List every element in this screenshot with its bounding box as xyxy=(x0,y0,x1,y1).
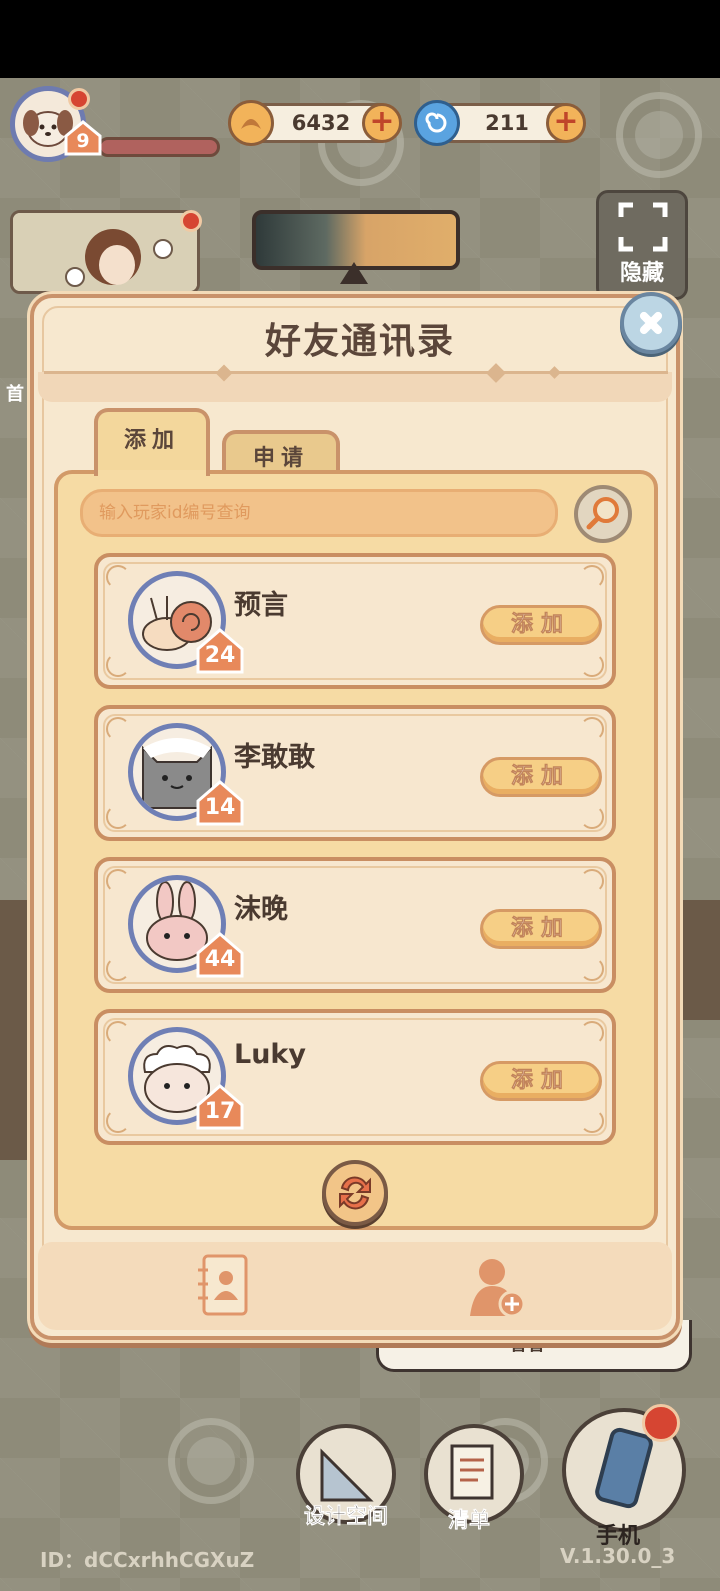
search-button[interactable] xyxy=(574,485,632,543)
add-friend-button[interactable]: 添加 xyxy=(480,909,602,949)
title-divider xyxy=(44,371,668,374)
corner-ornament xyxy=(580,565,604,589)
add-friend-button[interactable]: 添加 xyxy=(480,605,602,645)
friend-card: 44 沫晚 添加 xyxy=(94,857,616,993)
dialog-footer xyxy=(38,1242,672,1330)
list-label: 清单 xyxy=(448,1508,491,1533)
player-id-search-input[interactable] xyxy=(80,489,558,537)
add-coins-button[interactable]: + xyxy=(362,103,402,143)
side-label: 首 xyxy=(6,384,24,405)
level-badge: 9 xyxy=(62,120,104,156)
friend-card: 24 预言 添加 xyxy=(94,553,616,689)
friend-level: 24 xyxy=(204,643,236,668)
refresh-icon xyxy=(339,1176,371,1210)
frame-icon xyxy=(618,202,668,252)
corner-ornament xyxy=(106,565,130,589)
spiral-gem-icon xyxy=(414,100,460,146)
floor-decoration xyxy=(676,900,720,1020)
character-portrait-icon xyxy=(13,213,197,291)
dialog-title: 好友通讯录 xyxy=(264,321,455,362)
title-band xyxy=(38,372,672,402)
corner-ornament xyxy=(580,1109,604,1133)
coin-icon xyxy=(228,100,274,146)
friend-level: 14 xyxy=(204,795,236,820)
corner-ornament xyxy=(106,805,130,829)
character-event-card[interactable] xyxy=(10,210,200,294)
version-text: V.1.30.0_3 xyxy=(560,1544,676,1568)
friend-name: 李敢敢 xyxy=(234,742,315,773)
add-friend-button[interactable]: 添加 xyxy=(480,1061,602,1101)
close-button[interactable] xyxy=(620,292,682,354)
friend-name: Luky xyxy=(234,1039,306,1070)
corner-ornament xyxy=(580,717,604,741)
corner-ornament xyxy=(580,869,604,893)
hide-ui-button[interactable]: 隐藏 xyxy=(596,190,688,300)
hide-label: 隐藏 xyxy=(619,261,664,286)
weather-pointer-icon xyxy=(340,262,368,284)
tab-add[interactable]: 添加 xyxy=(94,408,210,476)
corner-ornament xyxy=(106,957,130,981)
corner-ornament xyxy=(106,869,130,893)
friend-name: 沫晚 xyxy=(234,894,288,925)
weather-card[interactable] xyxy=(252,210,460,270)
status-bar xyxy=(0,0,720,78)
level-badge: 17 xyxy=(194,1083,246,1131)
add-friend-button[interactable]: 添加 xyxy=(480,757,602,797)
corner-ornament xyxy=(106,1109,130,1133)
corner-ornament xyxy=(106,717,130,741)
sun-decoration xyxy=(616,92,702,178)
corner-ornament xyxy=(580,957,604,981)
player-id-text: ID：dCCxrhhCGXuZ xyxy=(40,1548,255,1572)
notification-dot xyxy=(642,1404,680,1442)
corner-ornament xyxy=(580,805,604,829)
refresh-button[interactable] xyxy=(322,1160,388,1226)
friend-card: 17 Luky 添加 xyxy=(94,1009,616,1145)
corner-ornament xyxy=(106,653,130,677)
coin-value: 6432 xyxy=(291,111,351,135)
gem-value: 211 xyxy=(485,111,529,135)
notification-dot xyxy=(180,210,202,232)
experience-bar xyxy=(98,137,220,157)
level-badge: 44 xyxy=(194,931,246,979)
tab-add-connector xyxy=(98,470,206,476)
add-gems-button[interactable]: + xyxy=(546,103,586,143)
level-badge: 24 xyxy=(194,627,246,675)
search-icon xyxy=(586,497,619,530)
friend-name: 预言 xyxy=(234,590,288,621)
notification-dot xyxy=(68,88,90,110)
corner-ornament xyxy=(106,1021,130,1045)
sun-decoration xyxy=(168,1418,254,1504)
design-space-label: 设计空间 xyxy=(304,1504,389,1529)
friend-card: 14 李敢敢 添加 xyxy=(94,705,616,841)
corner-ornament xyxy=(580,1021,604,1045)
level-badge: 14 xyxy=(194,779,246,827)
friend-level: 17 xyxy=(204,1099,236,1124)
add-friend-icon[interactable] xyxy=(466,1254,528,1318)
player-level: 9 xyxy=(76,130,90,152)
contacts-book-icon[interactable] xyxy=(196,1252,252,1320)
friend-level: 44 xyxy=(204,947,236,972)
corner-ornament xyxy=(580,653,604,677)
